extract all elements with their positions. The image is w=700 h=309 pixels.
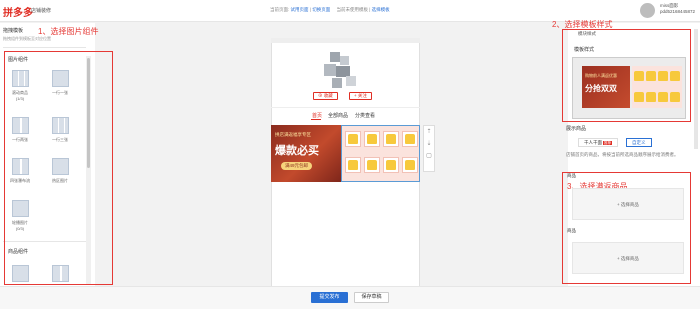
option-custom[interactable]: 自定义 [626,138,652,147]
move-up-icon[interactable]: ⇡ [424,126,434,138]
display-goods-label: 展示商品 [566,126,587,132]
phone-status-bar [271,38,420,43]
promo-banner[interactable]: 拼店满返福享专区 爆款必买 满49元包邮 [271,125,342,182]
highlight-box-template [562,29,691,122]
current-page-label: 当前页面: [270,7,290,12]
tab-home[interactable]: 首页 [312,112,322,119]
highlight-box-goods [562,172,691,284]
current-page-value: 试用页面 [290,7,309,12]
brand-subtitle: 店铺装修 [31,8,52,14]
promo-goods-grid[interactable] [341,125,420,182]
tab-categories[interactable]: 分类查看 [355,112,375,119]
settings-scrollbar[interactable] [694,29,698,149]
follow-button[interactable]: + 关注 [349,92,372,100]
user-id: pdd52168445872 [660,9,696,14]
bottom-action-bar [0,286,700,309]
move-down-icon[interactable]: ⇣ [424,138,434,150]
user-avatar[interactable] [640,3,655,18]
component-panel-title: 拖拽模板 [3,28,24,34]
page-info-bar: 当前页面: 试用页面 | 切换页面 当前未使用模板 | 选择模板 [270,7,390,12]
save-draft-button[interactable]: 保存草稿 [354,292,389,303]
tab-active-indicator [311,119,321,120]
display-goods-desc: 店铺首页的商品，将按当前所选商品顺序展示给消费者。 [566,152,679,157]
annotation-step1: 1、选择图片组件 [38,27,99,36]
divider [3,47,86,48]
template-status: 当前未使用模板 [336,7,368,12]
select-template-link[interactable]: 选择模板 [372,7,390,12]
brand-logo[interactable]: 拼多多 [3,4,33,19]
collect-button[interactable]: ⊕ 收藏 [313,92,338,100]
switch-page-link[interactable]: 切换页面 [312,7,330,12]
shop-logo [324,52,360,92]
module-toolbar: ⇡ ⇣ ▢ [423,125,435,172]
delete-icon[interactable]: ▢ [424,150,434,162]
user-info[interactable]: miss面影 pdd52168445872 [660,3,695,15]
submit-publish-button[interactable]: 提交发布 [311,292,348,303]
highlight-box-components [4,51,113,285]
tab-all-goods[interactable]: 全部商品 [328,112,348,119]
option-auto[interactable]: 千人千面 推荐 [578,138,618,147]
divider [271,107,420,108]
